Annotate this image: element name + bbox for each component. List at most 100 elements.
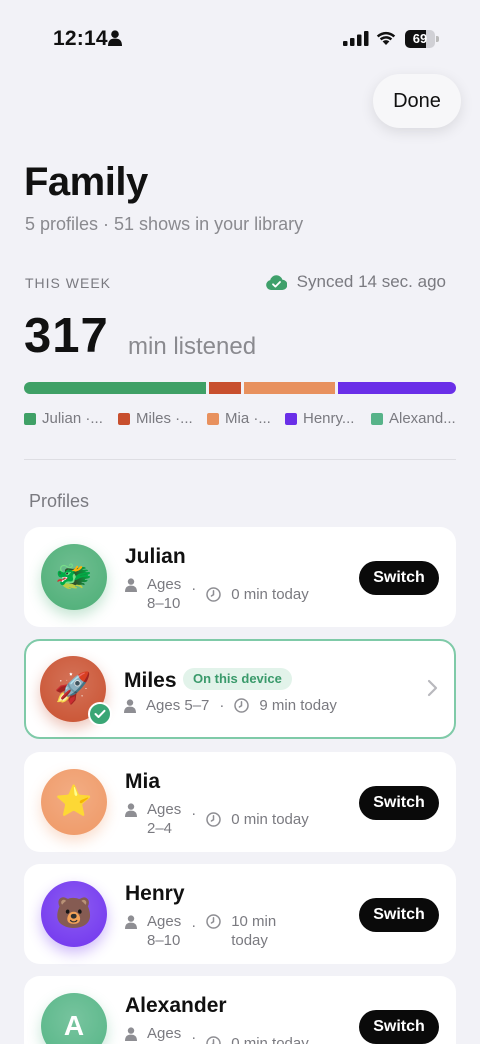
avatar-julian: 🐲 [41,544,107,610]
clock-icon [234,698,250,713]
profile-meta: Ages 8–10 · 0 min today [125,575,309,613]
minutes-today: 0 min today [231,811,309,828]
ages-range: 2–4 [147,820,173,837]
usage-segment-miles [208,382,241,394]
star-icon: ⭐ [55,785,93,818]
listening-usage-bar [24,382,456,394]
legend-label: Alexand... [389,410,456,427]
ages-label: Ages [147,913,182,930]
ages-label: Ages [147,576,182,593]
minutes-total: 317 [24,309,109,363]
on-this-device-badge: On this device [183,668,292,690]
separator-dot: · [191,1029,197,1044]
legend-item: Miles ·... [118,410,193,427]
legend-item: Mia ·... [207,410,271,427]
avatar-mia: ⭐ [41,769,107,835]
switch-button[interactable]: Switch [359,1010,439,1044]
wifi-icon [376,31,396,45]
profile-card-alexander[interactable]: A Alexander Ages · 0 min today Switch [24,976,456,1044]
avatar-alexander: A [41,993,107,1044]
legend-swatch [371,412,383,425]
done-button[interactable]: Done [373,74,461,128]
usage-legend: Julian ·... Miles ·... Mia ·... Henry... Ale… [24,410,464,432]
avatar-miles: 🚀 [40,656,112,726]
clock-icon [206,587,221,602]
profile-name: Mia [125,770,161,793]
legend-swatch [285,412,297,425]
legend-label: Mia ·... [225,410,271,427]
legend-label: Julian ·... [42,410,103,427]
minutes-today: 0 min today [231,1035,309,1044]
clock-icon [206,1036,221,1044]
minutes-today: 10 min [231,913,277,930]
profiles-section-label: Profiles [29,491,90,511]
page-subtitle: 5 profiles · 51 shows in your library [25,214,304,234]
checkmark-icon [88,702,112,726]
legend-item: Henry... [285,410,354,427]
legend-item: Julian ·... [24,410,103,427]
switch-button[interactable]: Switch [359,561,439,595]
person-icon [125,803,137,817]
clock-icon [206,812,221,827]
ages-label: Ages [147,801,182,818]
usage-segment-mia [243,382,335,394]
rocket-icon: 🚀 [54,672,92,705]
person-icon [108,30,122,46]
ages-range: 8–10 [147,595,181,612]
status-time: 12:14 [53,27,108,50]
legend-label: Henry... [303,410,355,427]
separator-dot: · [219,697,225,714]
profile-name: Julian [125,545,186,568]
bear-icon: 🐻 [55,897,93,930]
chevron-right-icon[interactable] [427,679,438,697]
separator-dot: · [191,805,197,822]
profile-name: Miles [124,669,177,692]
switch-button[interactable]: Switch [359,898,439,932]
profile-card-julian[interactable]: 🐲 Julian Ages 8–10 · 0 min today Switch [24,527,456,627]
page-title: Family [24,160,148,204]
ages-range: 8–10 [147,932,181,949]
usage-segment-julian [24,382,206,394]
profile-meta: Ages 2–4 · 0 min today [125,800,309,838]
usage-segment-henry [337,382,456,394]
legend-label: Miles ·... [136,410,193,427]
minutes-today-suffix: today [231,932,268,949]
cellular-signal-icon [343,31,369,46]
profile-card-mia[interactable]: ⭐ Mia Ages 2–4 · 0 min today Switch [24,752,456,852]
separator-dot: · [191,580,197,597]
clock-icon [206,914,221,929]
cloud-check-icon [265,274,287,290]
switch-button[interactable]: Switch [359,786,439,820]
divider [24,459,456,460]
person-icon [125,1027,137,1041]
person-icon [125,578,137,592]
profile-card-miles[interactable]: 🚀 Miles On this device Ages 5–7 · 9 min … [24,639,456,739]
battery-percent: 69 [412,31,428,46]
minutes-today: 9 min today [259,697,337,714]
sync-status: Synced 14 sec. ago [265,272,446,292]
legend-swatch [207,412,219,425]
ages-label: Ages 5–7 [146,697,210,714]
legend-item: Alexand... [371,410,456,427]
legend-swatch [118,412,130,425]
profile-meta: Ages 8–10 · 10 min today [125,912,276,950]
legend-swatch [24,412,36,425]
ages-label: Ages [147,1025,182,1042]
synced-text: Synced 14 sec. ago [296,272,446,291]
minutes-today: 0 min today [231,586,309,603]
person-icon [124,698,136,713]
separator-dot: · [191,917,197,934]
profile-meta: Ages 5–7 · 9 min today [124,697,337,714]
person-icon [125,915,137,929]
letter-a-icon: A [63,1010,85,1041]
profile-name: Henry [125,882,185,905]
minutes-label: min listened [128,333,257,360]
profile-card-henry[interactable]: 🐻 Henry Ages 8–10 · 10 min today Switch [24,864,456,964]
profile-meta: Ages · 0 min today [125,1024,309,1044]
avatar-henry: 🐻 [41,881,107,947]
battery-indicator: 69 [405,30,439,48]
status-bar: 12:14 69 [0,0,480,78]
this-week-label: THIS WEEK [25,275,112,291]
profile-name: Alexander [125,994,227,1017]
dragon-icon: 🐲 [55,560,93,593]
